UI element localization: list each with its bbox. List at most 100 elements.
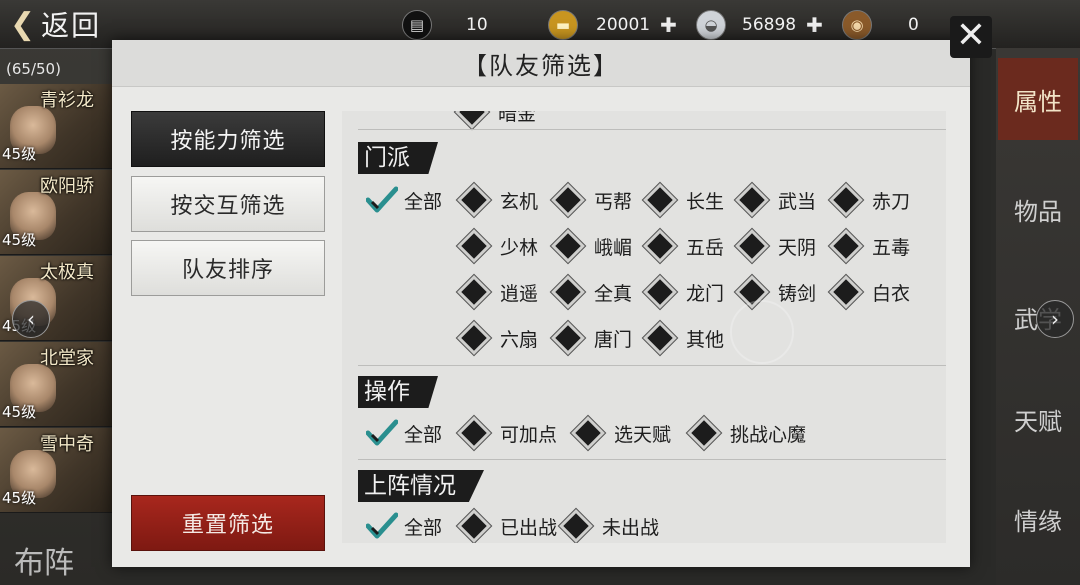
filter-option[interactable]: 丐帮 — [551, 183, 633, 217]
silver-ingot-icon: ◒ — [696, 10, 726, 40]
tab-items[interactable]: 物品 — [998, 168, 1078, 250]
option-label: 白衣 — [872, 282, 911, 305]
resource-silver: ◒ 56898 ✚ — [696, 10, 823, 40]
tab-talents[interactable]: 天赋 — [998, 378, 1078, 460]
unchecked-diamond-icon — [735, 229, 769, 263]
option-label: 赤刀 — [872, 190, 911, 213]
unchecked-diamond-icon — [551, 275, 585, 309]
filter-option[interactable]: 未出战 — [559, 509, 660, 543]
next-page-button[interactable]: › — [1036, 300, 1074, 338]
filter-option-checked[interactable]: 全部 — [366, 185, 442, 215]
filter-option[interactable]: 少林 — [457, 229, 539, 263]
filter-by-ability-button[interactable]: 按能力筛选 — [131, 111, 325, 167]
hero-name: 雪中奇 — [40, 434, 94, 455]
unchecked-diamond-icon — [455, 111, 489, 129]
unchecked-diamond-icon — [735, 183, 769, 217]
hero-level: 45级 — [2, 489, 37, 507]
resource-gold: ▬ 20001 ✚ — [548, 10, 677, 40]
tab-attributes[interactable]: 属性 — [998, 58, 1078, 140]
divider — [358, 129, 946, 130]
filter-option[interactable]: 峨嵋 — [551, 229, 633, 263]
option-label: 逍遥 — [500, 282, 539, 305]
filter-option[interactable]: 龙门 — [643, 275, 724, 309]
filter-option[interactable]: 其他 — [643, 321, 724, 355]
filter-option[interactable]: 暗金 — [455, 111, 536, 129]
filter-option[interactable]: 唐门 — [551, 321, 632, 355]
unchecked-diamond-icon — [643, 321, 677, 355]
option-label: 六扇 — [500, 328, 539, 351]
option-label: 已出战 — [500, 516, 558, 539]
filter-option[interactable]: 挑战心魔 — [687, 416, 806, 450]
chevron-left-icon: ❮ — [10, 6, 38, 42]
close-dialog-button[interactable]: ✕ — [950, 16, 992, 58]
option-label: 峨嵋 — [594, 236, 633, 259]
touch-indicator — [730, 300, 794, 364]
unchecked-diamond-icon — [457, 321, 491, 355]
hero-level: 45级 — [2, 231, 37, 249]
unchecked-diamond-icon — [457, 229, 491, 263]
dialog-title: 【队友筛选】 — [463, 51, 619, 80]
unchecked-diamond-icon — [457, 416, 491, 450]
filter-option[interactable]: 六扇 — [457, 321, 539, 355]
filter-by-interaction-button[interactable]: 按交互筛选 — [131, 176, 325, 232]
option-label: 全部 — [404, 423, 443, 446]
section-title-deploy: 上阵情况 — [358, 470, 484, 502]
option-label: 五岳 — [686, 236, 725, 259]
filter-option[interactable]: 五毒 — [829, 229, 910, 263]
unchecked-diamond-icon — [643, 275, 677, 309]
filter-option[interactable]: 五岳 — [643, 229, 725, 263]
filter-option-checked[interactable]: 全部 — [366, 418, 442, 448]
option-label: 丐帮 — [594, 190, 633, 213]
resource-cart: ▤ 10 — [402, 10, 488, 40]
teammate-filter-dialog: 【队友筛选】 按能力筛选 按交互筛选 队友排序 重置筛选 暗金 门派 全部 玄机… — [112, 40, 970, 567]
unchecked-diamond-icon — [551, 183, 585, 217]
filter-option[interactable]: 长生 — [643, 183, 724, 217]
filter-option-checked[interactable]: 全部 — [366, 511, 442, 541]
option-label: 未出战 — [602, 516, 660, 539]
reset-filter-button[interactable]: 重置筛选 — [131, 495, 325, 551]
filter-option[interactable]: 玄机 — [457, 183, 538, 217]
filter-option[interactable]: 选天赋 — [571, 416, 671, 450]
hero-card[interactable]: 北堂家 45级 — [0, 342, 112, 427]
filter-option[interactable]: 武当 — [735, 183, 816, 217]
hero-card[interactable]: 青衫龙 45级 — [0, 84, 112, 169]
filter-option[interactable]: 可加点 — [457, 416, 557, 450]
formation-label[interactable]: 布阵 — [14, 538, 74, 582]
unchecked-diamond-icon — [829, 275, 863, 309]
chevron-left-icon: ‹ — [27, 307, 35, 331]
filter-option[interactable]: 已出战 — [457, 509, 558, 543]
check-icon — [366, 186, 398, 214]
resource-value: 10 — [466, 15, 488, 35]
option-label: 少林 — [500, 236, 539, 259]
filter-option[interactable]: 天阴 — [735, 229, 816, 263]
filter-content-scroll[interactable]: 暗金 门派 全部 玄机 丐帮 长生 武当 赤刀 少林 峨嵋 五岳 天阴 五毒 逍… — [342, 111, 946, 543]
hero-card[interactable]: 欧阳骄 45级 — [0, 170, 112, 255]
add-gold-button[interactable]: ✚ — [660, 13, 677, 37]
teammate-sort-button[interactable]: 队友排序 — [131, 240, 325, 296]
cart-icon: ▤ — [402, 10, 432, 40]
hero-card[interactable]: 雪中奇 45级 — [0, 428, 112, 513]
resource-value: 56898 — [742, 15, 797, 35]
unchecked-diamond-icon — [551, 229, 585, 263]
prev-page-button[interactable]: ‹ — [12, 300, 50, 338]
filter-option[interactable]: 全真 — [551, 275, 632, 309]
dialog-header: 【队友筛选】 — [112, 40, 970, 87]
unchecked-diamond-icon — [687, 416, 721, 450]
option-label: 铸剑 — [778, 282, 817, 305]
tab-bonds[interactable]: 情缘 — [998, 478, 1078, 560]
unchecked-diamond-icon — [559, 509, 593, 543]
back-button[interactable]: ❮ 返回 — [10, 4, 101, 44]
filter-option[interactable]: 逍遥 — [457, 275, 539, 309]
unchecked-diamond-icon — [571, 416, 605, 450]
filter-option[interactable]: 赤刀 — [829, 183, 911, 217]
unchecked-diamond-icon — [457, 509, 491, 543]
hero-level: 45级 — [2, 145, 37, 163]
add-silver-button[interactable]: ✚ — [806, 13, 823, 37]
unchecked-diamond-icon — [829, 229, 863, 263]
check-icon — [366, 512, 398, 540]
team-count: (65/50) — [6, 60, 61, 78]
unchecked-diamond-icon — [457, 275, 491, 309]
back-label: 返回 — [41, 9, 102, 42]
filter-option[interactable]: 白衣 — [829, 275, 911, 309]
chevron-right-icon: › — [1051, 307, 1059, 331]
